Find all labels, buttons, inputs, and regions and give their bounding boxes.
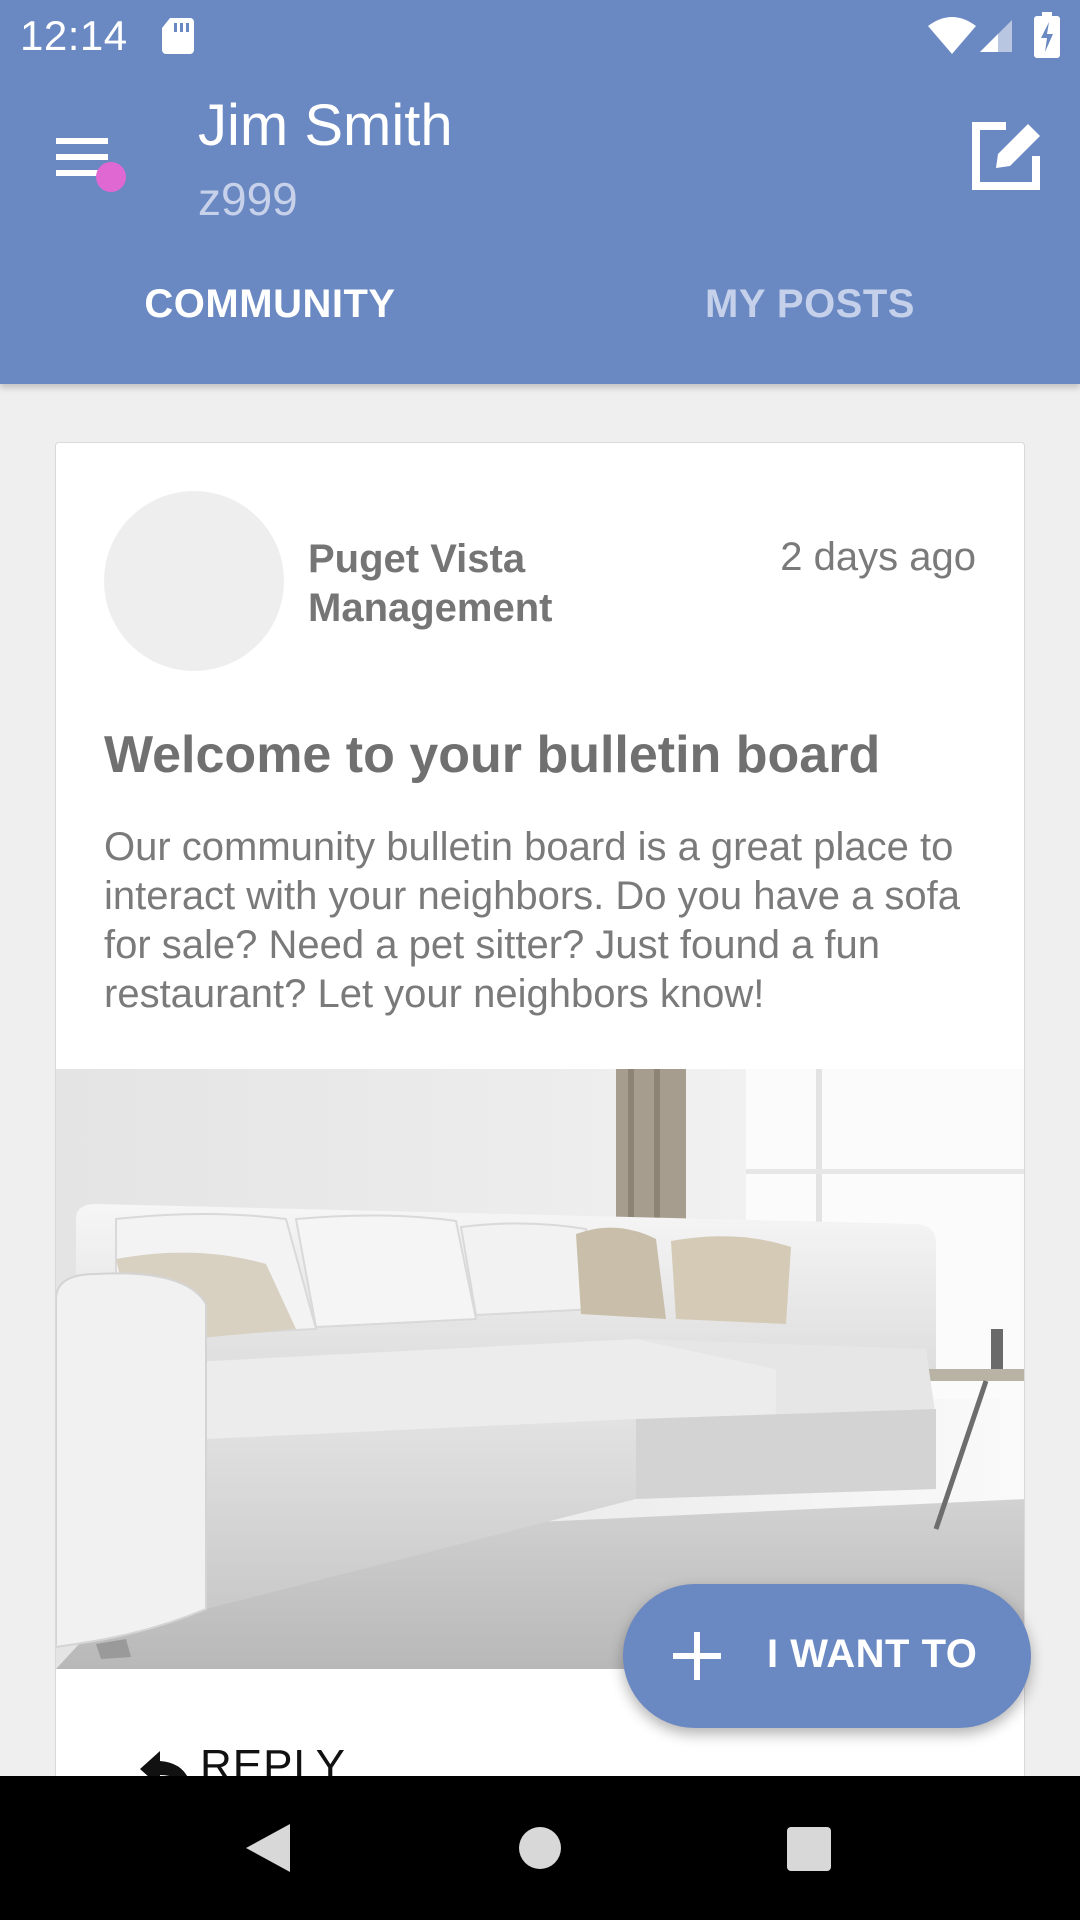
home-icon[interactable]: [518, 1826, 562, 1870]
post-body: Our community bulletin board is a great …: [104, 825, 961, 1016]
post-title: Welcome to your bulletin board: [104, 726, 881, 784]
battery-charging-icon: [1034, 12, 1060, 58]
compose-icon[interactable]: [966, 116, 1046, 196]
post-author: Puget Vista Management: [308, 537, 553, 630]
back-icon[interactable]: [240, 1820, 296, 1876]
post-card[interactable]: Puget Vista Management 2 days ago Welcom…: [55, 442, 1025, 1782]
notification-dot: [96, 162, 126, 192]
post-timestamp: 2 days ago: [780, 535, 976, 579]
avatar: [104, 491, 284, 671]
signal-icon: [980, 20, 1012, 52]
tab-my-posts[interactable]: MY POSTS: [540, 282, 1080, 342]
fab-label: I WANT TO: [767, 1632, 978, 1676]
post-image[interactable]: [56, 1069, 1024, 1669]
status-bar: 12:14: [0, 0, 1080, 74]
user-name: Jim Smith: [198, 93, 453, 158]
sd-card-icon: [162, 18, 194, 54]
user-code: z999: [198, 173, 298, 225]
system-nav-bar: [0, 1776, 1080, 1920]
wifi-icon: [928, 17, 976, 54]
plus-icon: [673, 1632, 721, 1680]
sofa-photo: [56, 1069, 1024, 1669]
status-time: 12:14: [20, 12, 128, 59]
app-bar: 12:14 Jim Smith z999 COMMUNITY MY POSTS: [0, 0, 1080, 384]
i-want-to-button[interactable]: I WANT TO: [623, 1584, 1031, 1728]
recents-icon[interactable]: [786, 1826, 832, 1872]
tab-community[interactable]: COMMUNITY: [0, 282, 540, 342]
